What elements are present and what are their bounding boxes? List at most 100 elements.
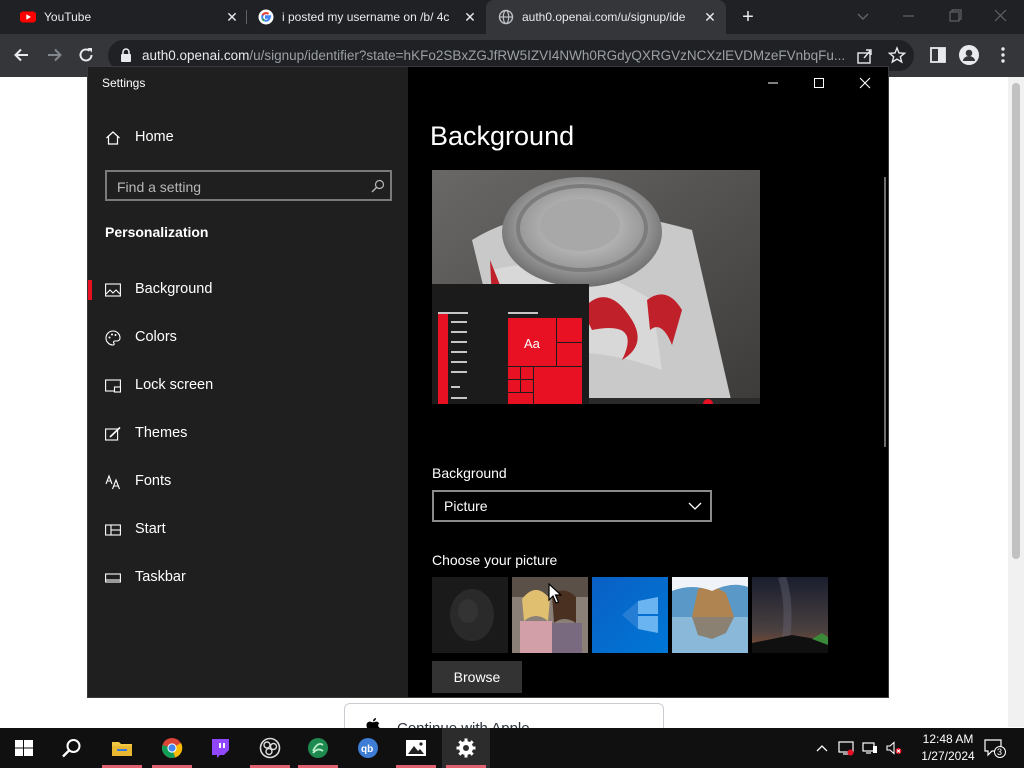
taskbar-chrome[interactable] bbox=[148, 728, 196, 768]
close-tab-icon[interactable]: ✕ bbox=[462, 9, 478, 25]
close-icon[interactable] bbox=[852, 73, 878, 93]
twitch-icon bbox=[209, 737, 231, 759]
clock-time[interactable]: 12:48 AM bbox=[918, 732, 978, 746]
chrome-icon bbox=[161, 737, 183, 759]
display-icon[interactable] bbox=[862, 740, 878, 756]
background-label: Background bbox=[432, 465, 507, 481]
tab-title: auth0.openai.com/u/signup/ide bbox=[522, 10, 686, 24]
window-title: Settings bbox=[102, 76, 146, 90]
nav-label: Lock screen bbox=[135, 377, 214, 393]
volume-muted-icon[interactable] bbox=[886, 740, 902, 756]
tab-youtube[interactable]: YouTube ✕ bbox=[8, 0, 246, 34]
tab-openai-signup[interactable]: auth0.openai.com/u/signup/ide ✕ bbox=[486, 0, 726, 34]
picture-thumbnail-1[interactable] bbox=[432, 577, 508, 653]
tab-search-icon[interactable] bbox=[852, 6, 874, 26]
preview-start-menu: Aa bbox=[432, 284, 589, 404]
nav-home[interactable]: Home bbox=[88, 118, 408, 158]
home-label: Home bbox=[135, 129, 174, 145]
tab-4chan-search[interactable]: i posted my username on /b/ 4c ✕ bbox=[246, 0, 486, 34]
search-placeholder: Find a setting bbox=[117, 179, 202, 195]
picture-icon bbox=[105, 282, 121, 298]
nav-colors[interactable]: Colors bbox=[88, 318, 408, 358]
minimize-icon[interactable] bbox=[760, 73, 786, 93]
network-warning-icon[interactable] bbox=[838, 740, 854, 756]
search-icon bbox=[371, 179, 385, 193]
taskbar-settings[interactable] bbox=[442, 728, 490, 768]
minimize-icon[interactable] bbox=[898, 6, 920, 26]
obs-icon bbox=[259, 737, 281, 759]
qbittorrent-icon: qb bbox=[357, 737, 379, 759]
close-window-icon[interactable] bbox=[990, 6, 1012, 26]
taskbar-search-button[interactable] bbox=[48, 728, 96, 768]
page-scrollbar[interactable] bbox=[1008, 77, 1024, 727]
notification-center-icon[interactable]: 3 bbox=[984, 738, 1006, 758]
url-text[interactable]: auth0.openai.com/u/signup/identifier?sta… bbox=[142, 48, 846, 63]
background-type-dropdown[interactable]: Picture bbox=[432, 490, 712, 522]
new-tab-button[interactable]: + bbox=[738, 7, 758, 27]
show-hidden-icons[interactable] bbox=[814, 740, 830, 756]
nav-lock-screen[interactable]: Lock screen bbox=[88, 366, 408, 406]
mouse-cursor bbox=[548, 583, 562, 605]
nav-start[interactable]: Start bbox=[88, 510, 408, 550]
profile-avatar-icon[interactable] bbox=[959, 45, 979, 65]
settings-window: Settings Home Find a setting Personaliza… bbox=[87, 66, 889, 698]
reload-icon[interactable] bbox=[76, 45, 96, 65]
svg-text:qb: qb bbox=[361, 744, 373, 755]
settings-sidebar: Settings Home Find a setting Personaliza… bbox=[88, 67, 408, 697]
nav-themes[interactable]: Themes bbox=[88, 414, 408, 454]
fonts-icon bbox=[105, 474, 121, 490]
folder-icon bbox=[111, 737, 133, 759]
page-title: Background bbox=[430, 121, 575, 151]
side-panel-icon[interactable] bbox=[928, 45, 948, 65]
more-menu-icon[interactable] bbox=[993, 45, 1013, 65]
share-icon[interactable] bbox=[856, 47, 874, 65]
close-tab-icon[interactable]: ✕ bbox=[702, 9, 718, 25]
section-heading: Personalization bbox=[105, 224, 209, 240]
photos-icon bbox=[405, 737, 427, 759]
find-setting-input[interactable]: Find a setting bbox=[105, 170, 392, 201]
forward-icon[interactable] bbox=[44, 45, 64, 65]
nav-background[interactable]: Background bbox=[88, 270, 408, 310]
notification-count: 3 bbox=[997, 747, 1003, 757]
palette-icon bbox=[105, 330, 121, 346]
picture-thumbnail-4[interactable] bbox=[672, 577, 748, 653]
tab-title: i posted my username on /b/ 4c bbox=[282, 10, 450, 24]
preview-tile-text: Aa bbox=[524, 336, 540, 351]
browser-tab-strip: YouTube ✕ i posted my username on /b/ 4c… bbox=[0, 0, 1024, 34]
clock-date[interactable]: 1/27/2024 bbox=[914, 749, 982, 763]
taskbar-twitch[interactable] bbox=[196, 728, 244, 768]
nav-taskbar[interactable]: Taskbar bbox=[88, 558, 408, 598]
tab-title: YouTube bbox=[44, 10, 92, 24]
settings-content: Background Aa Background Picture Choose … bbox=[408, 67, 888, 697]
url-host: auth0.openai.com bbox=[142, 48, 250, 63]
youtube-icon bbox=[20, 9, 36, 25]
home-icon bbox=[105, 130, 121, 146]
start-button[interactable] bbox=[0, 728, 48, 768]
nav-label: Background bbox=[135, 281, 213, 297]
taskbar-obs[interactable] bbox=[246, 728, 294, 768]
content-scrollbar[interactable] bbox=[884, 177, 886, 447]
taskbar-photos[interactable] bbox=[392, 728, 440, 768]
browse-button[interactable]: Browse bbox=[432, 661, 522, 693]
themes-icon bbox=[105, 426, 121, 442]
nav-fonts[interactable]: Fonts bbox=[88, 462, 408, 502]
close-tab-icon[interactable]: ✕ bbox=[224, 9, 240, 25]
bookmark-star-icon[interactable] bbox=[888, 46, 906, 64]
url-path: /u/signup/identifier?state=hKFo2SBxZGJfR… bbox=[249, 48, 846, 63]
nav-label: Taskbar bbox=[135, 569, 186, 585]
search-icon bbox=[61, 737, 83, 759]
nav-label: Fonts bbox=[135, 473, 172, 489]
picture-thumbnail-3[interactable] bbox=[592, 577, 668, 653]
taskbar-icon bbox=[105, 570, 121, 586]
maximize-icon[interactable] bbox=[806, 73, 832, 93]
lock-icon[interactable] bbox=[119, 47, 133, 63]
taskbar-qbittorrent[interactable]: qb bbox=[344, 728, 392, 768]
taskbar-app-green[interactable] bbox=[294, 728, 342, 768]
scrollbar-thumb[interactable] bbox=[1012, 83, 1020, 559]
taskbar-file-explorer[interactable] bbox=[98, 728, 146, 768]
picture-thumbnail-5[interactable] bbox=[752, 577, 828, 653]
nav-label: Start bbox=[135, 521, 166, 537]
choose-picture-label: Choose your picture bbox=[432, 552, 558, 568]
restore-icon[interactable] bbox=[944, 6, 966, 26]
back-icon[interactable] bbox=[12, 45, 32, 65]
